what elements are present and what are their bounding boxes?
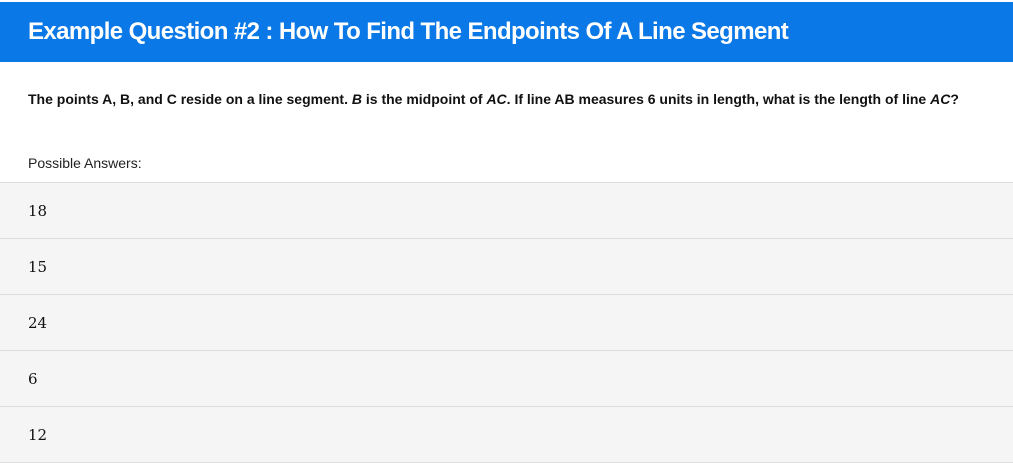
question-variable: B <box>351 91 362 107</box>
answer-option[interactable]: 6 <box>0 351 1013 407</box>
answer-option-text: 12 <box>28 425 48 444</box>
answer-option-text: 24 <box>28 313 48 332</box>
answer-option-text: 6 <box>28 369 38 388</box>
question-part: ? <box>950 91 959 107</box>
answer-option-text: 15 <box>28 257 48 276</box>
page-title: Example Question #2 : How To Find The En… <box>28 18 789 45</box>
question-variable: AC <box>486 91 507 107</box>
question-part: . If line AB measures 6 units in length,… <box>506 91 931 107</box>
question-part: is the midpoint of <box>362 91 487 107</box>
question-variable: AC <box>930 91 951 107</box>
answer-list: 18 15 24 6 12 <box>0 182 1013 463</box>
answer-option-text: 18 <box>28 201 48 220</box>
question-part: The points A, B, and C reside on a line … <box>28 91 352 107</box>
question-text: The points A, B, and C reside on a line … <box>28 90 978 108</box>
answer-option[interactable]: 15 <box>0 239 1013 295</box>
possible-answers-label: Possible Answers: <box>28 155 142 171</box>
question-header: Example Question #2 : How To Find The En… <box>0 2 1013 62</box>
answer-option[interactable]: 12 <box>0 407 1013 463</box>
answer-option[interactable]: 18 <box>0 183 1013 239</box>
answer-option[interactable]: 24 <box>0 295 1013 351</box>
